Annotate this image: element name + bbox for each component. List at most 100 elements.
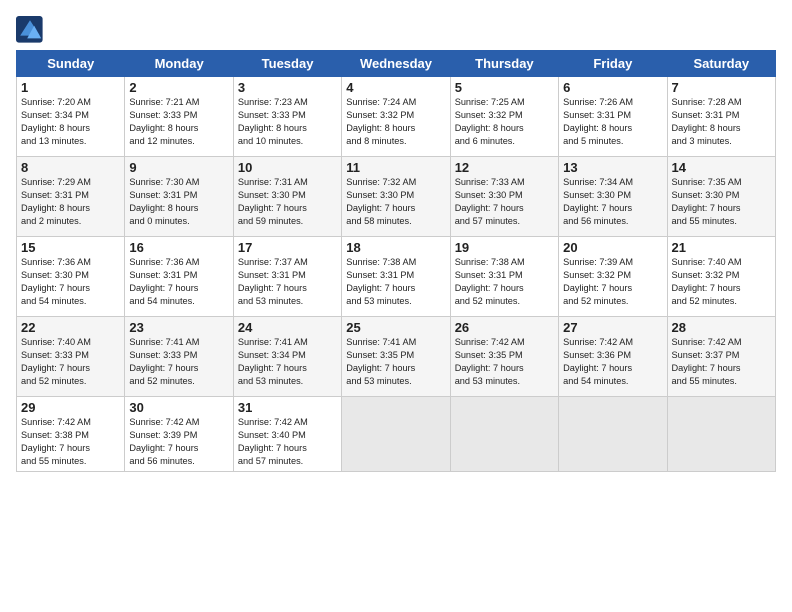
day-info: Sunrise: 7:40 AM Sunset: 3:32 PM Dayligh… (672, 256, 771, 308)
calendar-cell: 6Sunrise: 7:26 AM Sunset: 3:31 PM Daylig… (559, 77, 667, 157)
day-number: 13 (563, 160, 662, 175)
calendar-cell: 19Sunrise: 7:38 AM Sunset: 3:31 PM Dayli… (450, 237, 558, 317)
day-info: Sunrise: 7:29 AM Sunset: 3:31 PM Dayligh… (21, 176, 120, 228)
calendar-cell: 17Sunrise: 7:37 AM Sunset: 3:31 PM Dayli… (233, 237, 341, 317)
day-number: 14 (672, 160, 771, 175)
day-info: Sunrise: 7:33 AM Sunset: 3:30 PM Dayligh… (455, 176, 554, 228)
day-number: 3 (238, 80, 337, 95)
weekday-header: Monday (125, 51, 233, 77)
calendar-cell: 29Sunrise: 7:42 AM Sunset: 3:38 PM Dayli… (17, 397, 125, 472)
calendar-cell: 21Sunrise: 7:40 AM Sunset: 3:32 PM Dayli… (667, 237, 775, 317)
day-number: 21 (672, 240, 771, 255)
calendar-cell: 3Sunrise: 7:23 AM Sunset: 3:33 PM Daylig… (233, 77, 341, 157)
calendar-cell: 11Sunrise: 7:32 AM Sunset: 3:30 PM Dayli… (342, 157, 450, 237)
calendar-cell: 25Sunrise: 7:41 AM Sunset: 3:35 PM Dayli… (342, 317, 450, 397)
calendar-cell (667, 397, 775, 472)
calendar-cell: 16Sunrise: 7:36 AM Sunset: 3:31 PM Dayli… (125, 237, 233, 317)
calendar-cell: 8Sunrise: 7:29 AM Sunset: 3:31 PM Daylig… (17, 157, 125, 237)
day-number: 19 (455, 240, 554, 255)
weekday-header: Tuesday (233, 51, 341, 77)
day-number: 31 (238, 400, 337, 415)
day-info: Sunrise: 7:40 AM Sunset: 3:33 PM Dayligh… (21, 336, 120, 388)
day-number: 24 (238, 320, 337, 335)
day-number: 26 (455, 320, 554, 335)
day-number: 18 (346, 240, 445, 255)
day-number: 15 (21, 240, 120, 255)
day-info: Sunrise: 7:20 AM Sunset: 3:34 PM Dayligh… (21, 96, 120, 148)
weekday-header: Wednesday (342, 51, 450, 77)
calendar-cell: 1Sunrise: 7:20 AM Sunset: 3:34 PM Daylig… (17, 77, 125, 157)
day-info: Sunrise: 7:42 AM Sunset: 3:37 PM Dayligh… (672, 336, 771, 388)
day-number: 2 (129, 80, 228, 95)
day-info: Sunrise: 7:42 AM Sunset: 3:36 PM Dayligh… (563, 336, 662, 388)
calendar-cell: 4Sunrise: 7:24 AM Sunset: 3:32 PM Daylig… (342, 77, 450, 157)
day-info: Sunrise: 7:42 AM Sunset: 3:39 PM Dayligh… (129, 416, 228, 468)
calendar-cell: 26Sunrise: 7:42 AM Sunset: 3:35 PM Dayli… (450, 317, 558, 397)
day-info: Sunrise: 7:35 AM Sunset: 3:30 PM Dayligh… (672, 176, 771, 228)
calendar-cell: 24Sunrise: 7:41 AM Sunset: 3:34 PM Dayli… (233, 317, 341, 397)
day-info: Sunrise: 7:42 AM Sunset: 3:40 PM Dayligh… (238, 416, 337, 468)
day-info: Sunrise: 7:38 AM Sunset: 3:31 PM Dayligh… (346, 256, 445, 308)
logo (16, 16, 46, 44)
calendar-cell: 5Sunrise: 7:25 AM Sunset: 3:32 PM Daylig… (450, 77, 558, 157)
day-number: 25 (346, 320, 445, 335)
day-number: 22 (21, 320, 120, 335)
calendar-table: SundayMondayTuesdayWednesdayThursdayFrid… (16, 50, 776, 472)
page-container: SundayMondayTuesdayWednesdayThursdayFrid… (0, 0, 792, 612)
day-number: 28 (672, 320, 771, 335)
day-info: Sunrise: 7:23 AM Sunset: 3:33 PM Dayligh… (238, 96, 337, 148)
day-number: 5 (455, 80, 554, 95)
weekday-header: Thursday (450, 51, 558, 77)
calendar-body: 1Sunrise: 7:20 AM Sunset: 3:34 PM Daylig… (17, 77, 776, 472)
day-info: Sunrise: 7:38 AM Sunset: 3:31 PM Dayligh… (455, 256, 554, 308)
calendar-cell: 20Sunrise: 7:39 AM Sunset: 3:32 PM Dayli… (559, 237, 667, 317)
calendar-cell: 14Sunrise: 7:35 AM Sunset: 3:30 PM Dayli… (667, 157, 775, 237)
weekday-header: Friday (559, 51, 667, 77)
day-info: Sunrise: 7:21 AM Sunset: 3:33 PM Dayligh… (129, 96, 228, 148)
calendar-cell: 12Sunrise: 7:33 AM Sunset: 3:30 PM Dayli… (450, 157, 558, 237)
calendar-cell: 15Sunrise: 7:36 AM Sunset: 3:30 PM Dayli… (17, 237, 125, 317)
day-info: Sunrise: 7:41 AM Sunset: 3:33 PM Dayligh… (129, 336, 228, 388)
calendar-cell (559, 397, 667, 472)
day-info: Sunrise: 7:24 AM Sunset: 3:32 PM Dayligh… (346, 96, 445, 148)
day-number: 29 (21, 400, 120, 415)
calendar-cell: 9Sunrise: 7:30 AM Sunset: 3:31 PM Daylig… (125, 157, 233, 237)
day-number: 16 (129, 240, 228, 255)
calendar-cell: 18Sunrise: 7:38 AM Sunset: 3:31 PM Dayli… (342, 237, 450, 317)
day-number: 30 (129, 400, 228, 415)
calendar-cell: 10Sunrise: 7:31 AM Sunset: 3:30 PM Dayli… (233, 157, 341, 237)
calendar-cell: 27Sunrise: 7:42 AM Sunset: 3:36 PM Dayli… (559, 317, 667, 397)
day-number: 17 (238, 240, 337, 255)
day-info: Sunrise: 7:26 AM Sunset: 3:31 PM Dayligh… (563, 96, 662, 148)
weekday-header: Saturday (667, 51, 775, 77)
day-number: 20 (563, 240, 662, 255)
day-info: Sunrise: 7:42 AM Sunset: 3:35 PM Dayligh… (455, 336, 554, 388)
calendar-cell: 7Sunrise: 7:28 AM Sunset: 3:31 PM Daylig… (667, 77, 775, 157)
calendar-cell (450, 397, 558, 472)
day-number: 9 (129, 160, 228, 175)
day-info: Sunrise: 7:25 AM Sunset: 3:32 PM Dayligh… (455, 96, 554, 148)
day-number: 8 (21, 160, 120, 175)
calendar-cell: 13Sunrise: 7:34 AM Sunset: 3:30 PM Dayli… (559, 157, 667, 237)
day-info: Sunrise: 7:39 AM Sunset: 3:32 PM Dayligh… (563, 256, 662, 308)
weekday-header: Sunday (17, 51, 125, 77)
page-header (16, 12, 776, 44)
day-info: Sunrise: 7:32 AM Sunset: 3:30 PM Dayligh… (346, 176, 445, 228)
calendar-cell: 2Sunrise: 7:21 AM Sunset: 3:33 PM Daylig… (125, 77, 233, 157)
day-number: 7 (672, 80, 771, 95)
calendar-cell: 31Sunrise: 7:42 AM Sunset: 3:40 PM Dayli… (233, 397, 341, 472)
calendar-cell: 23Sunrise: 7:41 AM Sunset: 3:33 PM Dayli… (125, 317, 233, 397)
day-info: Sunrise: 7:28 AM Sunset: 3:31 PM Dayligh… (672, 96, 771, 148)
calendar-header-row: SundayMondayTuesdayWednesdayThursdayFrid… (17, 51, 776, 77)
day-info: Sunrise: 7:41 AM Sunset: 3:35 PM Dayligh… (346, 336, 445, 388)
calendar-cell: 28Sunrise: 7:42 AM Sunset: 3:37 PM Dayli… (667, 317, 775, 397)
calendar-cell (342, 397, 450, 472)
day-info: Sunrise: 7:31 AM Sunset: 3:30 PM Dayligh… (238, 176, 337, 228)
day-info: Sunrise: 7:41 AM Sunset: 3:34 PM Dayligh… (238, 336, 337, 388)
day-info: Sunrise: 7:37 AM Sunset: 3:31 PM Dayligh… (238, 256, 337, 308)
logo-icon (16, 16, 44, 44)
day-info: Sunrise: 7:30 AM Sunset: 3:31 PM Dayligh… (129, 176, 228, 228)
day-number: 4 (346, 80, 445, 95)
day-number: 23 (129, 320, 228, 335)
day-number: 1 (21, 80, 120, 95)
